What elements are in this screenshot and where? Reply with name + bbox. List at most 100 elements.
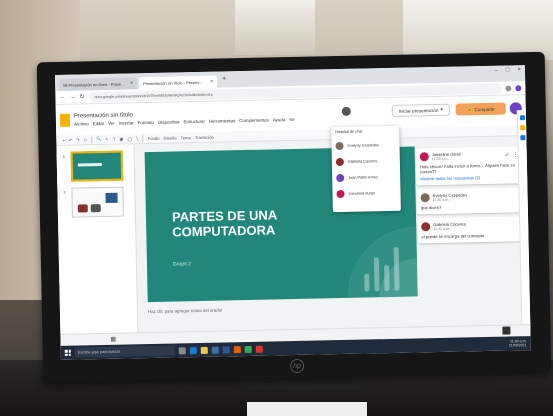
comment-card[interactable]: Evelyny Cespedes 11:30 a.m. que dicen? [416,187,524,215]
redo-icon[interactable]: ↷ [76,137,80,142]
menu-se[interactable]: Se [289,116,294,121]
task-view-icon[interactable] [178,346,186,354]
comment-time: 11:29 a.m. [431,156,449,162]
mail-icon[interactable] [222,345,230,354]
menu-ayuda[interactable]: Ayuda [273,117,285,122]
collaborator-item[interactable]: Juan Pablo Arnez [336,169,396,186]
menu-diapositiva[interactable]: Diapositiva [158,119,180,124]
window-background [235,0,315,55]
profile-icon[interactable] [515,84,522,91]
menu-estructurar[interactable]: Estructurar [183,118,205,123]
close-window-icon[interactable]: × [517,67,521,73]
windows-start-icon[interactable] [64,349,71,356]
chat-history-icon[interactable] [341,106,351,116]
avatar [336,189,345,199]
divider [91,135,93,143]
menu-complementos[interactable]: Complementos [239,117,269,123]
slide-thumbnail-1[interactable] [70,150,124,182]
avatar [335,157,344,167]
collaborator-name: Juan Pablo Arnez [348,175,378,180]
dropdown-heading: Historial de chat [335,129,363,135]
maximize-icon[interactable]: □ [506,67,510,73]
comment-time: 11:31 a.m. [433,226,451,232]
firefox-icon[interactable] [233,345,241,353]
add-slide-icon[interactable]: + [62,137,65,142]
show-replies-link[interactable]: Mostrar todas las respuestas (2) [420,174,519,181]
slide-title[interactable]: PARTES DE UNA COMPUTADORA [172,206,353,239]
slide-thumbnail-2[interactable] [71,186,124,218]
comment-card[interactable]: Gabriela Caceres 11:31 a.m. el puede se … [417,216,525,244]
collaborator-item[interactable]: Gabriela Caceres [335,153,396,170]
explore-icon[interactable] [502,326,511,335]
taskbar-search-input[interactable]: Escribe aquí para buscar [74,345,175,358]
print-icon[interactable]: ⎙ [84,137,87,142]
extension-icon[interactable] [505,84,512,92]
comment-text: Hola chicos! Falta incluir a Arnez... Al… [419,162,515,175]
lock-icon: 🔒 [466,106,473,112]
comments-panel: Josseline duran 11:29 a.m. ✓ ⋮ Hola chic… [414,144,530,306]
photo-scene: Mi Presentación en línea - Prese... × Pr… [0,0,553,416]
divider [142,134,144,142]
grid-view-icon[interactable]: ▦ [110,336,116,343]
file-explorer-icon[interactable] [200,346,208,354]
edge-icon[interactable] [189,346,197,354]
undo-icon[interactable]: ↶ [69,137,73,142]
comment-time: 11:30 a.m. [432,197,450,203]
tab-label: Mi Presentación en línea - Prese... [63,81,125,88]
back-icon[interactable]: ← [59,94,65,100]
toolbar-fondo[interactable]: Fondo [148,135,160,140]
monitor-screen: Mi Presentación en línea - Prese... × Pr… [54,65,531,360]
textbox-icon[interactable]: T [113,136,116,141]
store-icon[interactable] [211,346,219,354]
zoom-icon[interactable]: 🔍 [96,136,101,142]
speaker-notes[interactable]: Haz clic para agregar notas del orador [148,308,223,315]
thumbnail-number: 1 [62,153,65,159]
collaborator-name: Josseline duran [348,191,376,196]
present-button[interactable]: Iniciar presentación ▾ [391,103,450,117]
browser-tab-active[interactable]: Presentación sin título - Presen... × [139,75,218,90]
chevron-down-icon[interactable]: ▾ [440,107,442,113]
toolbar-diseno[interactable]: Diseño [163,135,176,140]
tab-label: Presentación sin título - Presen... [143,79,203,86]
comment-card[interactable]: Josseline duran 11:29 a.m. ✓ ⋮ Hola chic… [415,146,524,186]
collaborator-item[interactable]: Evelyny Cespedes [335,137,395,154]
shape-icon[interactable]: ◯ [127,136,132,141]
slides-logo-icon[interactable] [59,113,71,127]
menu-archivo[interactable]: Archivo [74,121,89,126]
system-tray[interactable]: 11:38 a.m. 21/09/2021 [509,339,527,348]
comment-text: el puede se encarga del concepto [421,233,485,240]
resolve-check-icon[interactable]: ✓ [505,151,510,158]
menu-insertar[interactable]: Insertar [119,120,134,125]
forward-icon[interactable]: → [69,94,75,100]
image-icon[interactable]: ▣ [119,136,123,141]
chrome-icon[interactable] [244,345,252,353]
reload-icon[interactable]: ↻ [79,93,84,100]
line-icon[interactable]: ╲ [136,136,139,141]
share-button[interactable]: 🔒 Compartir [455,102,506,116]
avatar [420,193,430,203]
menu-editar[interactable]: Editar [93,120,105,125]
present-label: Iniciar presentación [398,107,439,114]
new-tab-icon[interactable]: + [219,75,229,87]
cursor-icon[interactable]: ↖ [105,136,109,141]
app-icon[interactable] [255,345,263,353]
tasks-icon[interactable] [519,135,525,141]
toolbar-tema[interactable]: Tema [181,135,191,140]
collaborator-name: Evelyny Cespedes [347,143,380,148]
slide-subtitle[interactable]: Grupo 2 [173,261,191,267]
menu-ver[interactable]: Ver [108,120,115,125]
toolbar-transicion[interactable]: Transición [195,134,214,139]
slide-filmstrip: 1 2 [56,144,139,346]
browser-tab[interactable]: Mi Presentación en línea - Prese... × [59,77,138,91]
calendar-icon[interactable] [519,115,525,121]
keep-icon[interactable] [519,125,525,131]
thumbnail-number: 2 [63,189,66,195]
menu-herramientas[interactable]: Herramientas [209,118,235,124]
clock-date: 21/09/2021 [508,343,527,348]
menu-formato[interactable]: Formato [138,119,154,124]
close-icon[interactable]: × [130,80,133,86]
minimize-icon[interactable]: – [494,68,497,74]
close-icon[interactable]: × [210,79,213,85]
comment-text: que dicen? [420,204,442,211]
collaborator-item[interactable]: Josseline duran [336,185,396,202]
